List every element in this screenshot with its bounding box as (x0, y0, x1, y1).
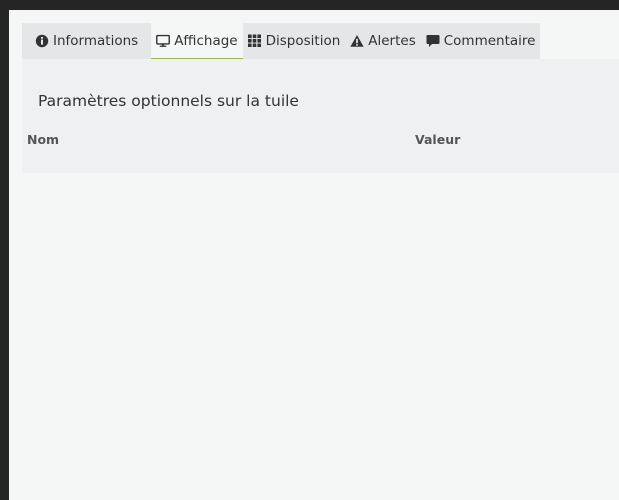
tab-label: Informations (53, 33, 139, 49)
tab-label: Affichage (174, 32, 238, 49)
tab-label: Commentaire (443, 33, 536, 49)
tab-informations[interactable]: Informations (22, 23, 151, 59)
tile-settings-panel: Paramètres optionnels sur la tuile Nom V… (22, 59, 619, 173)
info-circle-icon (35, 34, 49, 48)
desktop-icon (156, 34, 171, 48)
tab-commentaire[interactable]: Commentaire (421, 23, 541, 59)
comment-icon (426, 34, 440, 48)
tab-label: Alertes (368, 33, 416, 49)
tab-label: Disposition (265, 33, 341, 49)
tab-bar: Informations Affichage Disposition Alert… (22, 23, 541, 59)
tab-affichage[interactable]: Affichage (151, 23, 243, 59)
panel-title: Paramètres optionnels sur la tuile (38, 92, 299, 110)
tab-alertes[interactable]: Alertes (345, 23, 420, 59)
window-top-bar (0, 0, 619, 10)
window-left-bar (0, 0, 9, 500)
column-header-name: Nom (27, 132, 60, 147)
main-content: Informations Affichage Disposition Alert… (9, 10, 619, 500)
tab-disposition[interactable]: Disposition (243, 23, 346, 59)
grid-icon (247, 34, 262, 48)
column-header-value: Valeur (415, 132, 461, 147)
warning-icon (350, 34, 364, 48)
